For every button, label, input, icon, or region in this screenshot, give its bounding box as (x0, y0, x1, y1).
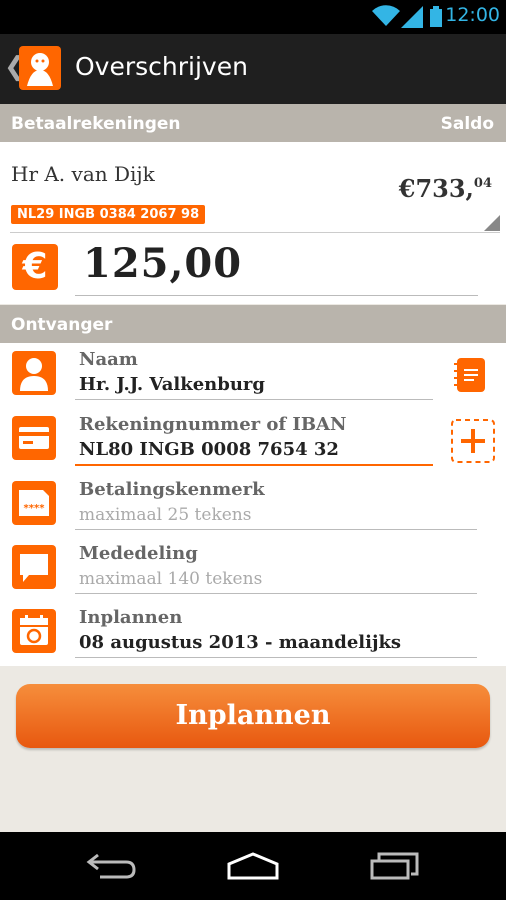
receiver-header-label: Ontvanger (11, 315, 113, 335)
system-nav-bar (0, 832, 506, 900)
address-book-icon[interactable] (451, 355, 491, 395)
schedule-field-row[interactable]: Inplannen 08 augustus 2013 - maandelijks (0, 601, 506, 665)
accounts-header-label: Betaalrekeningen (11, 114, 181, 134)
status-time: 12:00 (445, 4, 500, 26)
status-bar: 12:00 (0, 0, 506, 34)
euro-icon: € (12, 244, 58, 290)
document-icon: **** (12, 481, 56, 525)
signal-icon (401, 6, 423, 28)
action-bar: ❮ Overschrijven (0, 34, 506, 104)
nav-back-icon[interactable] (86, 852, 136, 880)
account-iban-badge: NL29 INGB 0384 2067 98 (11, 205, 206, 224)
account-number-field-row[interactable]: Rekeningnummer of IBAN NL80 INGB 0008 76… (0, 408, 506, 472)
reference-underline (75, 529, 477, 530)
message-field-row[interactable]: Mededeling maximaal 140 tekens (0, 537, 506, 601)
divider (10, 232, 500, 233)
balance-main: €733, (398, 174, 474, 203)
name-underline (75, 399, 433, 400)
page-title: Overschrijven (75, 52, 248, 81)
accounts-section-header: Betaalrekeningen Saldo (0, 104, 506, 142)
balance-cents: 04 (473, 176, 492, 191)
account-holder: Hr A. van Dijk (11, 162, 155, 186)
message-underline (75, 593, 477, 594)
schedule-underline (75, 657, 477, 658)
amount-underline (75, 295, 478, 296)
balance-header-label: Saldo (440, 114, 494, 134)
account-panel: Hr A. van Dijk NL29 INGB 0384 2067 98 €7… (0, 142, 506, 304)
document-icon-text: **** (24, 503, 46, 514)
account-number-underline (75, 464, 433, 466)
battery-icon (430, 6, 442, 27)
message-input[interactable]: maximaal 140 tekens (79, 569, 262, 589)
calendar-icon (12, 609, 56, 653)
account-number-label: Rekeningnummer of IBAN (79, 414, 347, 435)
reference-label: Betalingskenmerk (79, 479, 265, 500)
schedule-input[interactable]: 08 augustus 2013 - maandelijks (79, 632, 401, 653)
ing-lion-logo[interactable] (19, 46, 61, 90)
reference-input[interactable]: maximaal 25 tekens (79, 505, 251, 525)
amount-input[interactable]: 125,00 (83, 240, 242, 287)
person-icon (12, 351, 56, 395)
message-label: Mededeling (79, 543, 198, 564)
add-icon[interactable] (451, 419, 495, 463)
dropdown-corner-icon[interactable] (484, 215, 500, 231)
nav-recent-icon[interactable] (369, 852, 419, 880)
name-field-row[interactable]: Naam Hr. J.J. Valkenburg (0, 343, 506, 407)
nav-home-icon[interactable] (226, 852, 280, 880)
wifi-icon (372, 5, 400, 27)
card-icon (12, 416, 56, 460)
account-balance: €733,04 (399, 174, 492, 203)
name-input[interactable]: Hr. J.J. Valkenburg (79, 374, 265, 395)
schedule-submit-button[interactable]: Inplannen (16, 684, 490, 748)
account-number-input[interactable]: NL80 INGB 0008 7654 32 (79, 439, 339, 460)
speech-bubble-icon (12, 545, 56, 589)
receiver-section-header: Ontvanger (0, 305, 506, 343)
schedule-label: Inplannen (79, 607, 183, 628)
reference-field-row[interactable]: **** Betalingskenmerk maximaal 25 tekens (0, 473, 506, 537)
receiver-panel: Naam Hr. J.J. Valkenburg Rekeningnummer … (0, 343, 506, 666)
name-label: Naam (79, 349, 138, 370)
